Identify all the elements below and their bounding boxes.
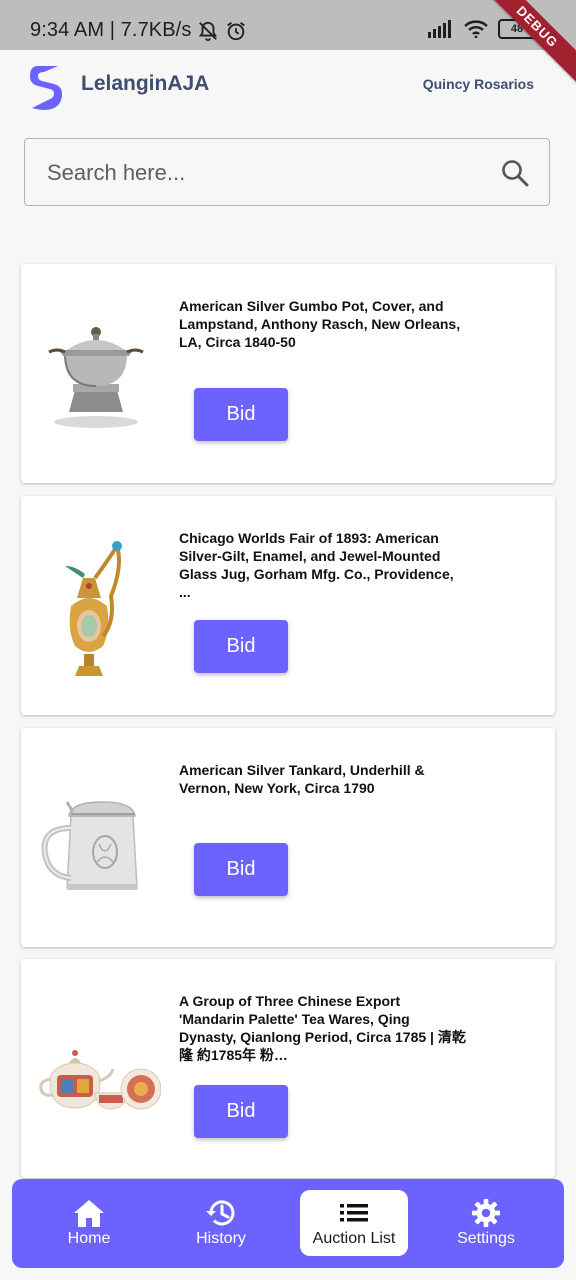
item-image-gumbo-pot: [48, 327, 144, 428]
nav-item-home[interactable]: Home: [35, 1190, 143, 1256]
auction-card[interactable]: American Silver Tankard, Underhill & Ver…: [21, 728, 555, 947]
nav-label-history: History: [196, 1230, 246, 1247]
item-title: American Silver Gumbo Pot, Cover, and La…: [179, 298, 461, 350]
alarm-icon: [227, 21, 246, 40]
auction-card[interactable]: A Group of Three Chinese Export 'Mandari…: [21, 959, 555, 1178]
item-title: Chicago Worlds Fair of 1893: American Si…: [179, 530, 454, 600]
auction-card[interactable]: American Silver Gumbo Pot, Cover, and La…: [21, 264, 555, 483]
history-icon: [206, 1200, 235, 1226]
bid-button[interactable]: Bid: [194, 620, 288, 673]
list-icon: [340, 1204, 368, 1222]
bid-button[interactable]: Bid: [194, 1085, 288, 1138]
bid-button[interactable]: Bid: [194, 388, 288, 441]
user-name[interactable]: Quincy Rosarios: [423, 76, 534, 92]
item-image-tankard: [41, 801, 138, 890]
auction-card[interactable]: Chicago Worlds Fair of 1893: American Si…: [21, 496, 555, 715]
status-left: 9:34 AM | 7.7KB/s: [30, 19, 247, 42]
nav-label-settings: Settings: [457, 1230, 515, 1247]
item-title: American Silver Tankard, Underhill & Ver…: [179, 762, 425, 796]
item-image-glass-jug: [65, 541, 122, 676]
nav-item-auction-list[interactable]: Auction List: [300, 1190, 408, 1256]
status-time-speed: 9:34 AM | 7.7KB/s: [30, 19, 192, 41]
status-bar: 9:34 AM | 7.7KB/s 48: [0, 0, 576, 50]
gear-icon: [471, 1198, 501, 1228]
item-title: A Group of Three Chinese Export 'Mandari…: [179, 993, 466, 1063]
nav-item-history[interactable]: History: [167, 1190, 275, 1256]
nav-label-home: Home: [67, 1230, 111, 1247]
bell-off-icon: [199, 21, 218, 41]
app-logo-icon: [30, 66, 62, 110]
search-input[interactable]: [45, 151, 489, 195]
search-bar: [24, 138, 550, 206]
bottom-navigation: Home History Auction List Settings: [12, 1179, 564, 1268]
nav-label-auction-list: Auction List: [312, 1230, 396, 1247]
app-bar: LelanginAJA Quincy Rosarios: [0, 50, 576, 130]
search-icon[interactable]: [501, 159, 529, 187]
wifi-icon: [464, 20, 488, 38]
home-icon: [74, 1200, 104, 1227]
bid-button[interactable]: Bid: [194, 843, 288, 896]
signal-icon: [428, 20, 451, 38]
brand-name: LelanginAJA: [81, 72, 210, 95]
item-image-tea-wares: [39, 1050, 161, 1110]
nav-item-settings[interactable]: Settings: [432, 1190, 540, 1256]
